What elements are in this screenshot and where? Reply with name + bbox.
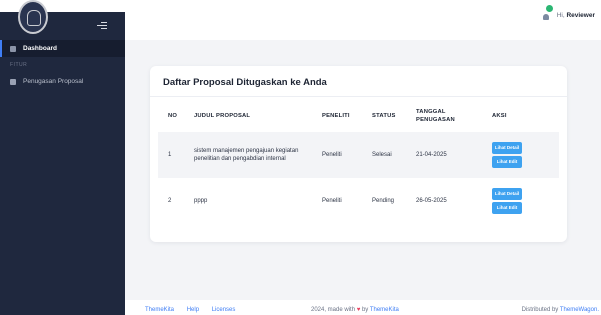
sidebar-item-label: Penugasan Proposal [23, 78, 84, 85]
cell-tanggal: 21-04-2025 [406, 132, 482, 178]
table-row: 1 sistem manajemen pengajuan kegiatan pe… [158, 132, 559, 178]
column-header: PENELITI [322, 113, 350, 120]
cell-judul: sistem manajemen pengajuan kegiatan pene… [184, 132, 312, 178]
logo-emblem [18, 0, 48, 34]
notification-badge [546, 5, 553, 12]
cell-judul: pppp [194, 197, 208, 204]
sidebar: Dashboard FITUR Penugasan Proposal [0, 0, 125, 315]
document-icon [10, 78, 16, 85]
page-footer: ThemeKita Help Licenses 2024, made with … [125, 300, 601, 315]
hamburger-icon[interactable] [97, 22, 107, 30]
sidebar-item-label: Dashboard [23, 45, 57, 52]
divider [150, 96, 567, 97]
footer-distributor-link[interactable]: ThemeWagon. [560, 307, 599, 313]
user-greeting[interactable]: Hi, Reviewer [557, 12, 595, 19]
view-edit-button[interactable]: Lihat Edit [492, 202, 522, 214]
cell-peneliti: Peneliti [312, 132, 362, 178]
proposals-table: NO JUDUL PROPOSAL PENELITI STATUS TANGGA… [158, 102, 559, 224]
table-header-row: NO JUDUL PROPOSAL PENELITI STATUS TANGGA… [158, 102, 559, 132]
assigned-proposals-card: Daftar Proposal Ditugaskan ke Anda NO JU… [150, 66, 567, 242]
cell-no: 1 [158, 132, 184, 178]
sidebar-logo-area [0, 0, 125, 40]
footer-credit: 2024, made with ♥ by ThemeKita [311, 307, 399, 313]
footer-link-licenses[interactable]: Licenses [212, 307, 236, 313]
cell-aksi: Lihat Detail Lihat Edit [482, 132, 559, 178]
cell-tanggal: 26-05-2025 [416, 197, 447, 204]
footer-brand-link[interactable]: ThemeKita [370, 307, 399, 313]
column-header: STATUS [372, 113, 396, 120]
view-detail-button[interactable]: Lihat Detail [492, 142, 522, 154]
cell-no: 2 [168, 197, 172, 204]
sidebar-section-label: FITUR [10, 62, 28, 68]
sidebar-item-dashboard[interactable]: Dashboard [0, 40, 125, 57]
footer-link-themekita[interactable]: ThemeKita [145, 307, 174, 313]
column-header: AKSI [492, 113, 507, 120]
cell-status: Selesai [362, 132, 406, 178]
bell-icon[interactable] [542, 12, 550, 20]
view-detail-button[interactable]: Lihat Detail [492, 188, 522, 200]
dashboard-icon [10, 45, 16, 52]
cell-peneliti: Peneliti [322, 197, 342, 204]
footer-link-help[interactable]: Help [187, 307, 199, 313]
cell-aksi: Lihat Detail Lihat Edit [482, 178, 559, 224]
column-header: NO [168, 113, 178, 120]
heart-icon: ♥ [356, 307, 361, 313]
view-edit-button[interactable]: Lihat Edit [492, 156, 522, 168]
column-header: JUDUL PROPOSAL [194, 113, 251, 120]
cell-status: Pending [372, 197, 395, 204]
user-name: Reviewer [566, 12, 595, 19]
top-navbar: Hi, Reviewer [125, 0, 601, 40]
card-title: Daftar Proposal Ditugaskan ke Anda [163, 77, 327, 88]
column-header: TANGGAL PENUGASAN [416, 109, 455, 123]
footer-links: ThemeKita Help Licenses [145, 307, 246, 313]
footer-distributed: Distributed by ThemeWagon. [521, 307, 599, 313]
sidebar-item-penugasan-proposal[interactable]: Penugasan Proposal [0, 73, 125, 90]
table-row: 2 pppp Peneliti Pending 26-05-2025 Lihat… [158, 178, 559, 224]
